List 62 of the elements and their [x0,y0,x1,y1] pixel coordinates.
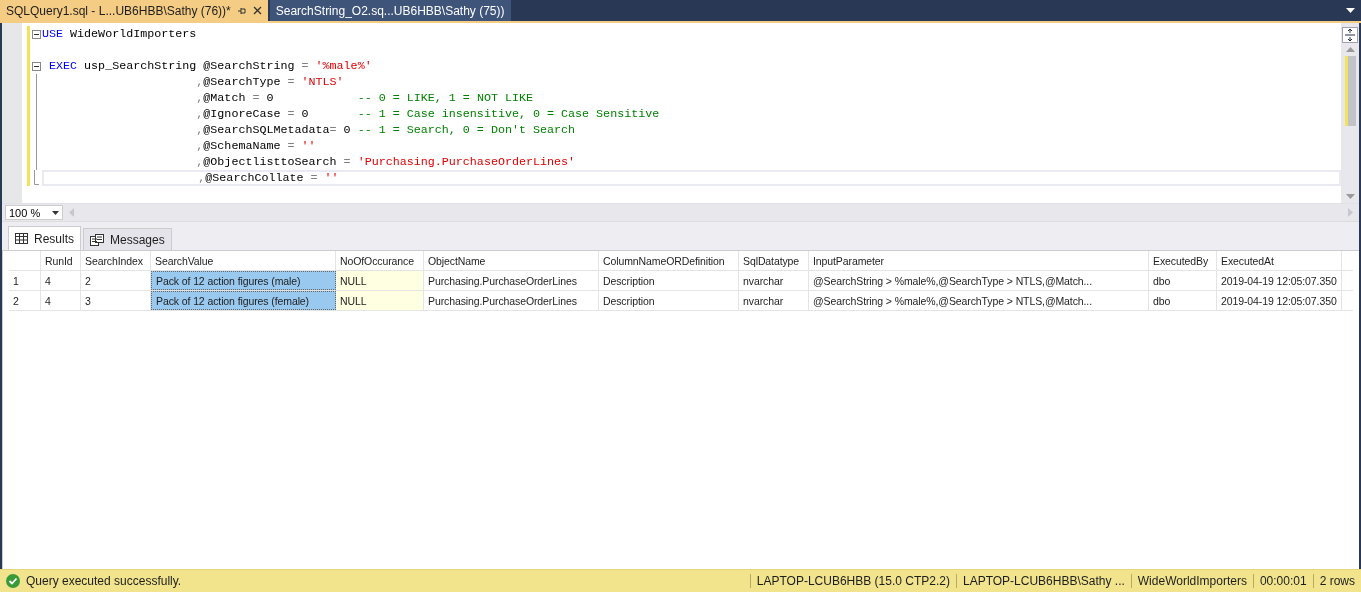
pin-icon[interactable] [236,5,247,16]
table-cell: 2019-04-19 12:05:07.350 [1217,271,1342,290]
table-cell: dbo [1149,291,1217,310]
status-message: Query executed successfully. [26,574,182,588]
code-line: ,@IgnoreCase = 0 -- 1 = Case insensitive, 0 = Case Sensitive [195,107,660,121]
table-cell: 2019-04-19 12:05:07.350 [1217,291,1342,310]
table-cell: 4 [41,271,81,290]
table-cell: NULL [336,291,424,310]
column-header[interactable]: SearchIndex [81,251,151,270]
status-segment: WideWorldImporters [1130,574,1253,588]
dropdown-caret-icon[interactable] [1346,8,1355,13]
column-header[interactable]: SearchValue [151,251,336,270]
grid-icon [15,233,28,244]
code-line: ,@ObjectlisttoSearch = 'Purchasing.PurchaseOrderLines' [195,155,576,169]
column-header[interactable]: RunId [41,251,81,270]
code-line: ,@Match = 0 -- 0 = LIKE, 1 = NOT LIKE [195,91,533,105]
table-cell: nvarchar [739,271,809,290]
table-cell: @SearchString > %male%,@SearchType > NTLS,@Match... [809,291,1149,310]
results-tab[interactable]: Messages [83,228,172,250]
row-number: 2 [9,291,41,310]
table-cell: Purchasing.PurchaseOrderLines [424,291,599,310]
success-check-icon [6,574,20,588]
column-header[interactable]: SqlDatatype [739,251,809,270]
row-number: 1 [9,271,41,290]
column-header[interactable]: NoOfOccurance [336,251,424,270]
zoom-dropdown[interactable]: 100 % [5,205,63,220]
collapse-icon[interactable] [31,29,41,39]
table-cell: @SearchString > %male%,@SearchType > NTLS,@Match... [809,271,1149,290]
fold-guide-end [33,170,39,186]
status-segment: LAPTOP-LCUB6HBB (15.0 CTP2.2) [749,574,956,588]
column-header[interactable]: InputParameter [809,251,1149,270]
collapse-icon[interactable] [31,61,41,71]
code-line: ,@SearchSQLMetadata= 0 -- 1 = Search, 0 = Don't Search [195,123,576,137]
table-cell: nvarchar [739,291,809,310]
status-segment: 00:00:01 [1252,574,1313,588]
split-icon[interactable] [1342,27,1358,43]
table-cell: Description [599,291,739,310]
status-segment: 2 rows [1312,574,1361,588]
column-header[interactable]: ColumnNameORDefinition [599,251,739,270]
table-cell: NULL [336,271,424,290]
table-cell: Pack of 12 action figures (female) [151,291,336,310]
code-line: USE WideWorldImporters [42,27,197,41]
messages-icon [90,233,104,246]
table-cell: Description [599,271,739,290]
table-cell: dbo [1149,271,1217,290]
code-line: EXEC usp_SearchString @SearchString = '%male%' [48,59,372,73]
column-header[interactable]: ObjectName [424,251,599,270]
document-tab[interactable]: SQLQuery1.sql - L...UB6HBB\Sathy (76))* [0,0,268,21]
table-cell: Pack of 12 action figures (male) [151,271,336,290]
column-header[interactable]: ExecutedBy [1149,251,1217,270]
dropdown-caret-icon[interactable] [52,210,59,215]
code-line: ,@SchemaName = '' [195,139,316,153]
table-cell: 4 [41,291,81,310]
document-tab[interactable]: SearchString_O2.sq...UB6HBB\Sathy (75)) [269,0,511,21]
column-header[interactable]: ExecutedAt [1217,251,1342,270]
results-tab[interactable]: Results [8,226,81,250]
status-segment: LAPTOP-LCUB6HBB\Sathy ... [955,574,1131,588]
code-line: ,@SearchType = 'NTLS' [195,75,344,89]
scrollbar-thumb[interactable] [1344,56,1356,126]
code-line: ,@SearchCollate = '' [197,171,339,185]
close-icon[interactable] [252,6,262,15]
table-cell: Purchasing.PurchaseOrderLines [424,271,599,290]
